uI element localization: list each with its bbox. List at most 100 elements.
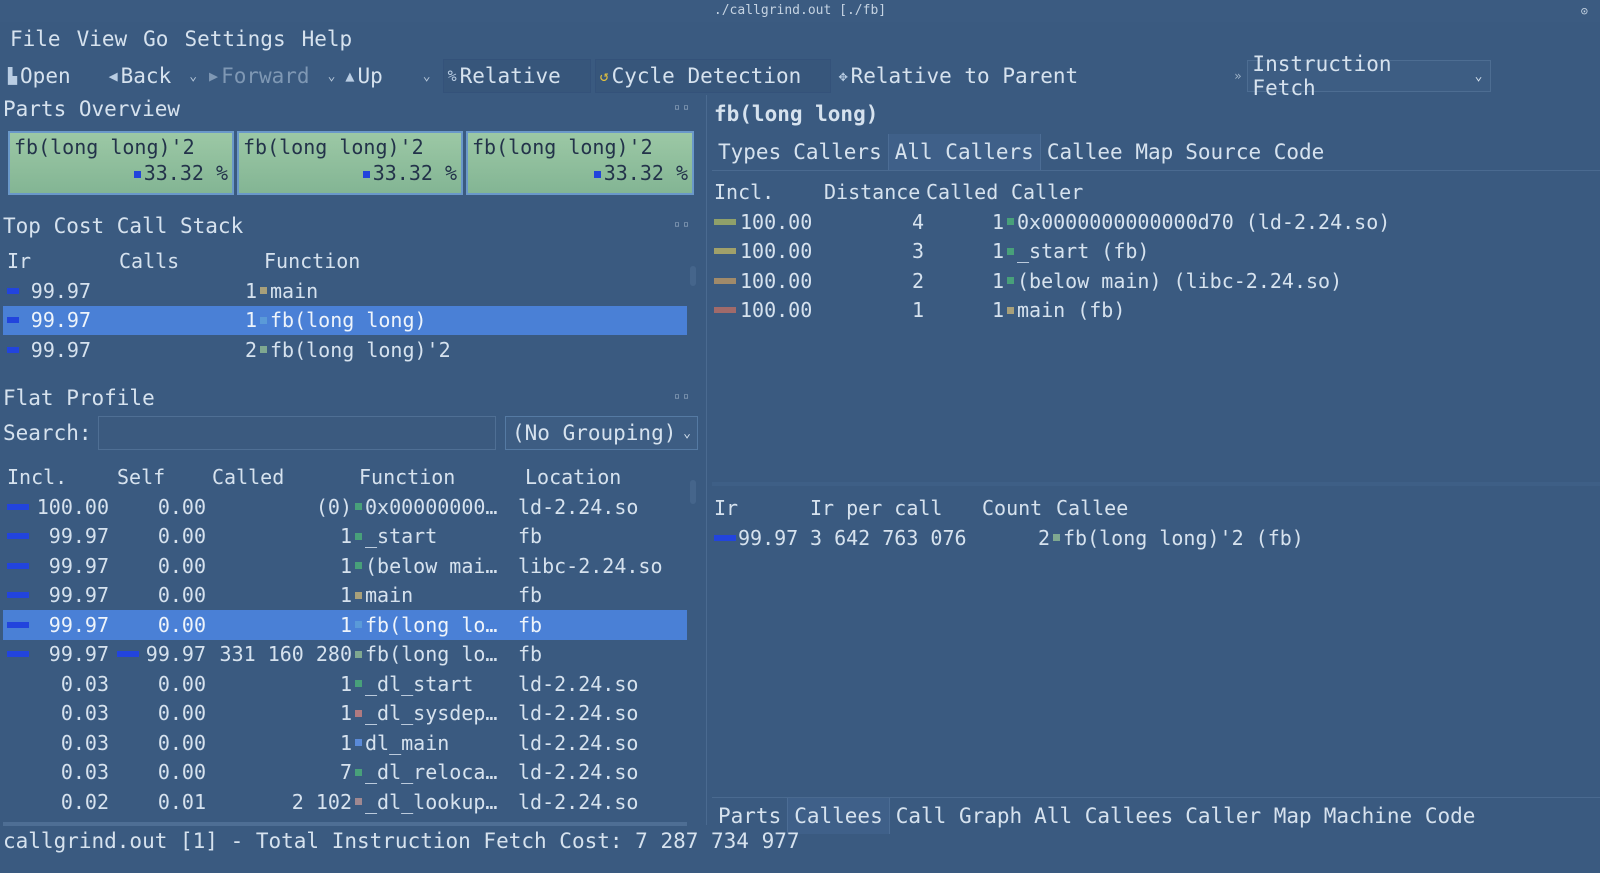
function-name: fb(long long)'2 (270, 337, 451, 362)
flat-profile-row[interactable]: 0.03 0.00 1 dl_main ld-2.24.so (3, 728, 687, 758)
incl-value: 100.00 (36, 494, 109, 519)
ir-cell: 99.97 (7, 338, 119, 362)
self-value: 0.00 (157, 612, 206, 637)
cycle-detection-toggle[interactable]: ↺ Cycle Detection (594, 59, 831, 93)
tab-callers[interactable]: Callers (787, 134, 888, 170)
column-header-ir[interactable]: Ir (7, 249, 119, 273)
tab-types[interactable]: Types (712, 134, 787, 170)
grouping-dropdown[interactable]: (No Grouping) ⌄ (505, 416, 698, 450)
column-header-caller[interactable]: Caller (1011, 180, 1083, 204)
callee-row[interactable]: 99.97 3 642 763 076 2 fb(long long)'2 (fb) (714, 523, 1594, 553)
tab-divider (712, 170, 1600, 171)
caller-row[interactable]: 100.00 4 1 0x0000000000000d70 (ld-2.24.so) (714, 207, 1594, 237)
ir-per-call-value: 3 642 763 076 (810, 525, 967, 550)
column-header-called[interactable]: Called (926, 180, 1011, 204)
call-stack-row[interactable]: 99.97 1 main (3, 276, 687, 306)
part-box[interactable]: fb(long long)'2 33.32 % (237, 131, 463, 195)
menu-settings[interactable]: Settings (184, 27, 285, 51)
column-header-ir-per-call[interactable]: Ir per call (810, 496, 982, 520)
menu-go[interactable]: Go (143, 27, 168, 51)
flat-profile-row[interactable]: 0.03 0.00 1 _dl_start ld-2.24.so (3, 669, 687, 699)
call-stack-row[interactable]: 99.97 1 fb(long long) (3, 305, 687, 335)
column-header-function[interactable]: Function (264, 249, 360, 273)
calls-value: 1 (244, 308, 257, 333)
flat-profile-row[interactable]: 99.97 0.00 1 (below mai… libc-2.24.so (3, 551, 687, 581)
incl-cost-bar (7, 592, 29, 599)
column-header-function[interactable]: Function (359, 465, 525, 489)
caller-row[interactable]: 100.00 2 1 (below main) (libc-2.24.so) (714, 266, 1594, 296)
chevron-down-icon[interactable]: ⌄ (189, 69, 197, 84)
column-header-incl[interactable]: Incl. (7, 465, 117, 489)
flat-profile-title: Flat Profile (3, 386, 155, 410)
dock-controls-icon[interactable]: ▫▫ (674, 391, 692, 402)
self-value: 0.00 (157, 553, 206, 578)
flat-profile-row[interactable]: 100.00 0.00 (0) 0x00000000… ld-2.24.so (3, 492, 687, 522)
flat-profile-row[interactable]: 0.03 0.00 7 _dl_reloca… ld-2.24.so (3, 758, 687, 788)
relative-to-parent-toggle[interactable]: ✥ Relative to Parent (835, 59, 1083, 93)
distance-value: 2 (911, 268, 924, 293)
self-cell: 0.00 (117, 701, 212, 725)
dock-controls-icon[interactable]: ▫▫ (674, 102, 692, 113)
tab-callee-map[interactable]: Callee Map (1041, 134, 1179, 170)
self-value: 0.00 (157, 583, 206, 608)
column-header-callee[interactable]: Callee (1056, 496, 1128, 520)
function-color-icon (1007, 306, 1014, 314)
detail-function-title: fb(long long) (714, 102, 879, 126)
event-type-select[interactable]: Instruction Fetch ⌄ (1247, 52, 1492, 100)
column-header-ir[interactable]: Ir (714, 496, 810, 520)
open-button[interactable]: ▙ Open (4, 59, 75, 93)
incl-value: 0.03 (60, 671, 109, 696)
menu-view[interactable]: View (77, 27, 128, 51)
relative-toggle[interactable]: % Relative (442, 59, 591, 93)
called-value: (0) (315, 494, 352, 519)
call-stack-row[interactable]: 99.97 2 fb(long long)'2 (3, 335, 687, 365)
window-title: ./callgrind.out [./fb] (713, 3, 887, 18)
menu-file[interactable]: File (10, 27, 61, 51)
flat-profile-row[interactable]: 99.97 99.97 331 160 280 fb(long lo… fb (3, 640, 687, 670)
function-color-icon (355, 650, 362, 658)
call-stack-scrollbar[interactable] (690, 266, 696, 286)
dock-controls-icon[interactable]: ▫▫ (674, 219, 692, 230)
flat-profile-row[interactable]: 99.97 0.00 1 _start fb (3, 522, 687, 552)
back-button[interactable]: ◀ Back ⌄ (105, 59, 201, 93)
search-input[interactable] (98, 416, 496, 450)
column-header-self[interactable]: Self (117, 465, 212, 489)
part-box[interactable]: fb(long long)'2 33.32 % (8, 131, 234, 195)
column-header-distance[interactable]: Distance (824, 180, 926, 204)
flat-profile-row[interactable]: 99.97 0.00 1 fb(long lo… fb (3, 610, 687, 640)
called-value: 1 (339, 583, 352, 608)
self-cell: 0.01 (117, 790, 212, 814)
column-header-called[interactable]: Called (212, 465, 359, 489)
column-header-location[interactable]: Location (525, 465, 621, 489)
up-button[interactable]: ▲ Up ⌄ (341, 59, 434, 93)
window-menu-icon[interactable]: ⊙ (1581, 0, 1588, 22)
caller-row[interactable]: 100.00 3 1 _start (fb) (714, 237, 1594, 267)
function-color-icon (355, 591, 362, 599)
self-value: 0.01 (157, 789, 206, 814)
function-name: _dl_reloca… (365, 760, 498, 785)
main-splitter[interactable] (706, 95, 707, 825)
part-box[interactable]: fb(long long)'2 33.32 % (466, 131, 694, 195)
flat-profile-scrollbar[interactable] (690, 480, 696, 504)
incl-cost-bar (714, 277, 736, 284)
function-name: fb(long lo… (365, 642, 498, 667)
function-color-icon (1007, 218, 1014, 226)
flat-profile-row[interactable]: 0.02 0.01 2 102 _dl_lookup… ld-2.24.so (3, 787, 687, 817)
column-header-incl[interactable]: Incl. (714, 180, 824, 204)
tab-all-callers[interactable]: All Callers (887, 134, 1041, 170)
menu-help[interactable]: Help (302, 27, 353, 51)
flat-profile-row[interactable]: 0.03 0.00 1 _dl_sysdep… ld-2.24.so (3, 699, 687, 729)
chevron-down-icon[interactable]: ⌄ (328, 69, 336, 84)
flat-profile-row[interactable]: 99.97 0.00 1 main fb (3, 581, 687, 611)
self-cell: 0.00 (117, 672, 212, 696)
column-header-count[interactable]: Count (982, 496, 1056, 520)
tab-source-code[interactable]: Source Code (1179, 134, 1330, 170)
incl-cost-bar (714, 307, 736, 314)
forward-button[interactable]: ▶ Forward ⌄ (205, 59, 339, 93)
caller-row[interactable]: 100.00 1 1 main (fb) (714, 296, 1594, 326)
column-header-calls[interactable]: Calls (119, 249, 264, 273)
toolbar-overflow-icon[interactable]: » (1234, 69, 1241, 83)
detail-splitter[interactable] (712, 482, 1600, 486)
chevron-down-icon[interactable]: ⌄ (423, 69, 431, 84)
callee-name: fb(long long)'2 (fb) (1063, 525, 1304, 550)
